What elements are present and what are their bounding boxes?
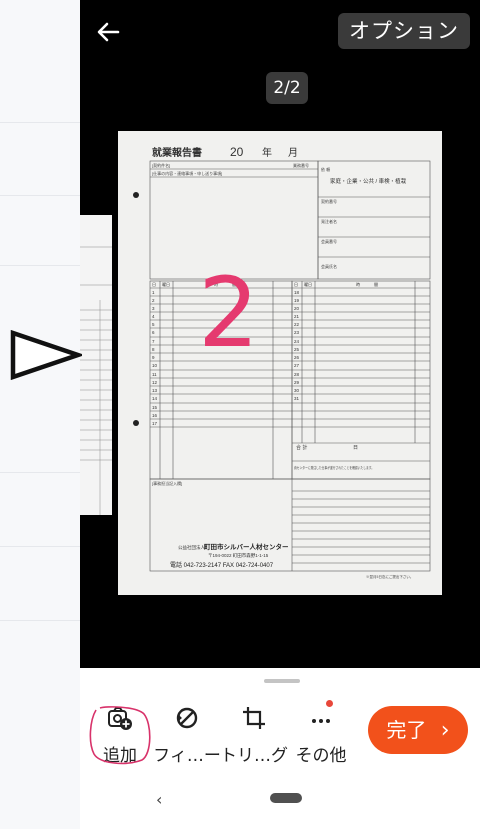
- day-number: 31: [294, 396, 300, 401]
- more-button[interactable]: その他: [286, 698, 356, 768]
- divider: [0, 122, 80, 123]
- work-content-label: [仕事の内容・連絡事項・申し送り事項]: [152, 170, 222, 176]
- day-number: 14: [152, 396, 158, 401]
- table-header-day: 日: [152, 282, 156, 287]
- more-icon: [312, 719, 330, 723]
- document-viewer: オプション 2/2 就業報告書 20 年 月 [契約件名] 業務番号 [仕事の内…: [80, 0, 480, 668]
- trim-button[interactable]: トリ…グ: [219, 698, 289, 768]
- doc-year-unit: 年: [262, 146, 272, 159]
- annotation-circle: [89, 706, 151, 765]
- org-name: 町田市シルバー人材センター: [204, 542, 289, 551]
- done-label: 完了: [386, 718, 427, 742]
- client-label: 依 頼: [321, 166, 330, 172]
- play-triangle-icon: [10, 330, 82, 380]
- total-unit: 日: [353, 445, 358, 451]
- table-header-weekday-right: 曜日: [304, 282, 312, 287]
- day-number: 26: [294, 355, 300, 360]
- table-header-time-right: 時: [356, 281, 360, 287]
- crop-icon: [243, 707, 265, 729]
- day-number: 25: [294, 347, 300, 352]
- doc-title: 就業報告書: [152, 146, 202, 159]
- org-type: 公益社団法人: [178, 544, 205, 551]
- trim-label: トリ…グ: [220, 746, 288, 766]
- day-number: 29: [294, 380, 300, 385]
- divider: [0, 620, 80, 621]
- filter-button[interactable]: フィ…ー: [152, 698, 222, 768]
- footer-note: ※翌月5日迄にご提出下さい。: [366, 574, 413, 579]
- table-header-day-right: 日: [294, 282, 298, 287]
- org-address: 〒194-0022 町田市森野1-1-15: [208, 552, 269, 559]
- day-number: 10: [152, 363, 158, 368]
- member-name-label: 会員氏名: [321, 263, 337, 269]
- member-number-label: 会員番号: [321, 238, 337, 244]
- filter-label: フィ…ー: [153, 746, 221, 766]
- binder-hole: [133, 420, 139, 426]
- doc-month-unit: 月: [288, 147, 298, 159]
- chevron-right-icon: ›: [440, 718, 450, 743]
- day-number: 15: [152, 405, 158, 410]
- contract-no-label: 業務番号: [293, 162, 309, 168]
- scanned-document-page: 就業報告書 20 年 月 [契約件名] 業務番号 [仕事の内容・連絡事項・申し送…: [118, 131, 442, 595]
- day-number: 28: [294, 372, 300, 377]
- orderer-label: 発注者名: [321, 218, 337, 224]
- confirm-note: 貴センターに発注した仕事が遂行されたことを確認いたします。: [294, 465, 374, 470]
- day-number: 11: [152, 372, 157, 377]
- day-number: 17: [152, 421, 158, 426]
- notification-dot: [326, 700, 333, 707]
- total-label: 合 計: [296, 444, 307, 451]
- previous-page-thumbnail[interactable]: [80, 215, 112, 515]
- options-button[interactable]: オプション: [338, 13, 470, 49]
- page-counter: 2/2: [266, 72, 308, 104]
- back-arrow-icon[interactable]: [92, 16, 124, 48]
- day-number: 24: [294, 339, 300, 344]
- client-types: 家庭・企業・公共 / 車検・植栽: [330, 177, 407, 185]
- day-number: 16: [152, 413, 158, 418]
- day-number: 18: [294, 290, 300, 295]
- day-number: 22: [294, 322, 300, 327]
- done-button[interactable]: 完了 ›: [368, 706, 468, 754]
- left-panel: [0, 0, 80, 829]
- day-number: 20: [294, 306, 300, 311]
- contract-name-label: [契約件名]: [152, 162, 170, 168]
- nav-back-button[interactable]: ‹: [156, 790, 162, 809]
- contract-number-label: 契約番号: [321, 198, 337, 204]
- org-phone: 電話 042-723-2147 FAX 042-724-0407: [170, 561, 274, 569]
- table-header-time2-right: 間: [374, 281, 378, 287]
- divider: [0, 265, 80, 266]
- drag-handle[interactable]: [264, 679, 300, 683]
- day-number: 19: [294, 298, 300, 303]
- nav-home-pill[interactable]: [270, 793, 302, 803]
- handwritten-number: 2: [198, 257, 259, 369]
- doc-year: 20: [230, 145, 244, 159]
- staff-label: [事務担当記入欄]: [152, 480, 182, 486]
- more-label: その他: [295, 746, 347, 766]
- day-number: 12: [152, 380, 158, 385]
- day-number: 27: [294, 363, 300, 368]
- day-number: 30: [294, 388, 300, 393]
- divider: [0, 472, 80, 473]
- day-number: 21: [294, 314, 300, 319]
- divider: [0, 195, 80, 196]
- table-header-weekday: 曜日: [162, 282, 170, 287]
- divider: [0, 546, 80, 547]
- binder-hole: [133, 192, 139, 198]
- day-number: 13: [152, 388, 158, 393]
- day-number: 23: [294, 330, 300, 335]
- filter-icon: [176, 707, 198, 729]
